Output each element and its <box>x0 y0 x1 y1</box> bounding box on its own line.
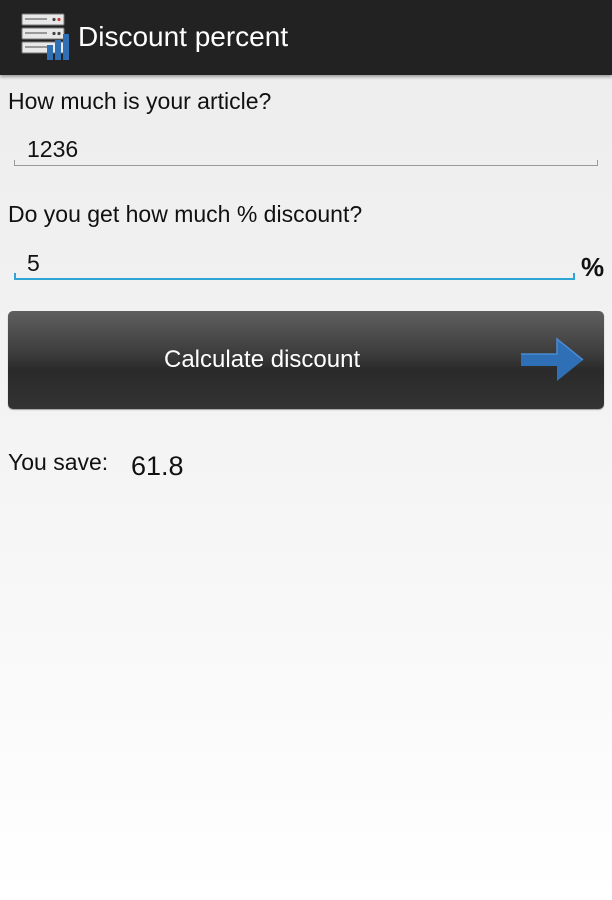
arrow-right-icon <box>521 337 584 381</box>
you-save-label: You save: <box>8 449 109 475</box>
price-input-tick-left <box>14 160 15 166</box>
discount-input-underline <box>14 278 575 280</box>
price-input-tick-right <box>597 160 598 166</box>
server-chart-icon <box>21 13 69 60</box>
price-input-underline <box>14 165 598 166</box>
calculate-discount-label: Calculate discount <box>164 346 361 373</box>
discount-input-value: 5 <box>27 250 40 276</box>
price-input[interactable]: 1236 <box>14 130 598 166</box>
discount-input[interactable]: 5 <box>14 244 575 280</box>
discount-input-tick-right <box>573 273 575 280</box>
price-input-value: 1236 <box>27 136 79 162</box>
you-save-value: 61.8 <box>131 451 184 481</box>
discount-label: Do you get how much % discount? <box>8 201 363 227</box>
price-label: How much is your article? <box>8 88 272 114</box>
calculate-discount-button[interactable]: Calculate discount <box>8 311 604 409</box>
discount-input-tick-left <box>14 273 16 280</box>
app-title: Discount percent <box>78 21 289 52</box>
percent-suffix: % <box>581 252 605 282</box>
action-bar: Discount percent <box>0 0 612 75</box>
